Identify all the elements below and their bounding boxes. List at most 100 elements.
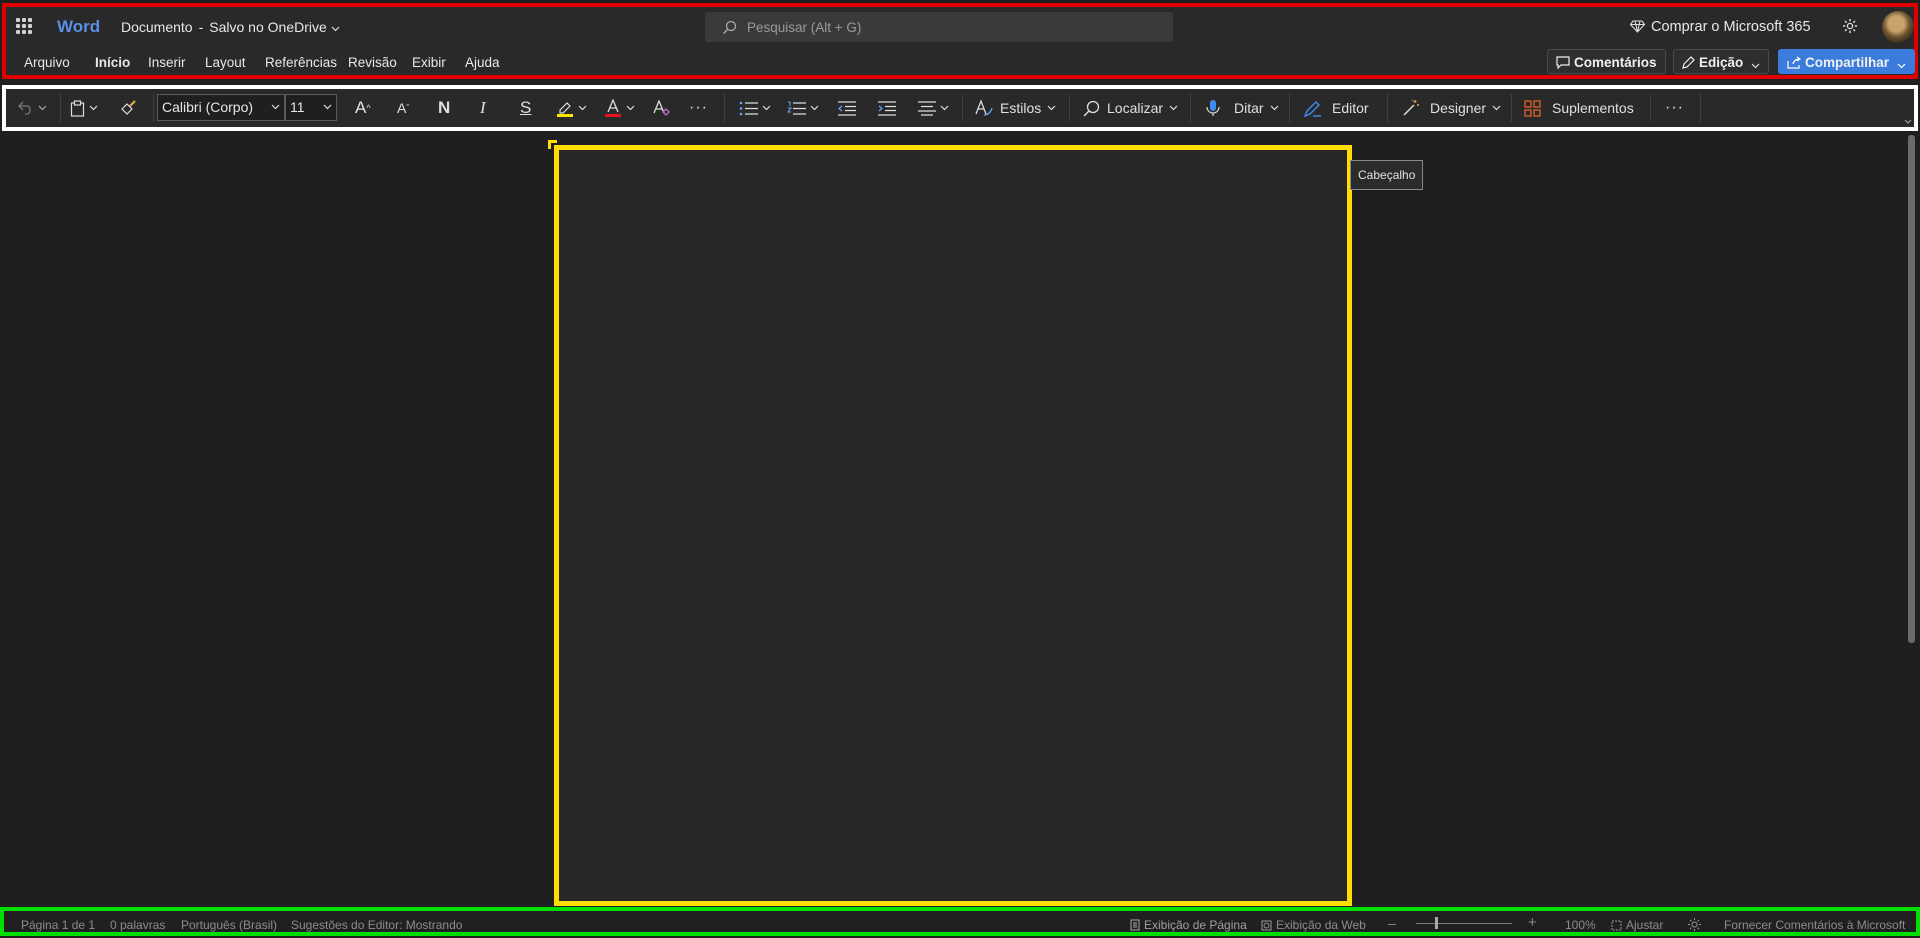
header-tooltip: Cabeçalho <box>1350 160 1424 190</box>
decrease-indent-icon <box>838 100 856 116</box>
ribbon-collapse-icon[interactable] <box>1904 119 1912 125</box>
tab-ajuda[interactable]: Ajuda <box>465 55 500 70</box>
zoom-slider-thumb[interactable] <box>1435 917 1439 929</box>
decrease-indent-button[interactable] <box>837 93 856 123</box>
shrink-font-button[interactable]: Aˇ <box>397 93 409 123</box>
styles-button[interactable]: Estilos <box>974 93 1056 123</box>
format-painter-button[interactable] <box>120 93 137 123</box>
increase-indent-button[interactable] <box>877 93 896 123</box>
document-canvas[interactable]: Cabeçalho <box>0 135 1920 907</box>
designer-button[interactable]: Designer <box>1402 93 1501 123</box>
share-icon <box>1787 56 1802 69</box>
chevron-down-icon <box>810 105 819 111</box>
bullets-button[interactable] <box>739 93 771 123</box>
more-font-options-button[interactable]: ··· <box>689 93 708 123</box>
chevron-down-icon <box>1169 105 1178 111</box>
italic-button[interactable]: I <box>480 93 486 123</box>
editor-button[interactable]: Editor <box>1304 93 1369 123</box>
editing-label: Edição <box>1699 55 1744 70</box>
share-button[interactable]: Compartilhar <box>1778 49 1915 74</box>
font-color-button[interactable] <box>604 93 635 123</box>
search-box[interactable]: Pesquisar (Alt + G) <box>705 12 1173 42</box>
tab-layout[interactable]: Layout <box>205 55 246 70</box>
tab-exibir[interactable]: Exibir <box>412 55 446 70</box>
app-name[interactable]: Word <box>57 17 100 37</box>
web-view-icon <box>1261 920 1272 931</box>
addins-button[interactable]: Suplementos <box>1524 93 1634 123</box>
grow-font-button[interactable]: A ^ <box>355 93 371 123</box>
save-status: Salvo no OneDrive <box>209 19 327 35</box>
find-button[interactable]: Localizar <box>1083 93 1178 123</box>
addins-label: Suplementos <box>1552 100 1634 116</box>
font-size-select[interactable]: 11 <box>285 94 337 121</box>
undo-icon <box>18 101 31 115</box>
paintbrush-icon <box>121 100 136 115</box>
divider <box>1069 94 1070 122</box>
search-placeholder: Pesquisar (Alt + G) <box>747 20 862 35</box>
word-count[interactable]: 0 palavras <box>110 918 165 932</box>
page-view-icon <box>1130 919 1140 931</box>
zoom-out-button[interactable]: – <box>1388 915 1396 931</box>
search-icon <box>723 20 737 34</box>
chevron-down-icon <box>1047 105 1056 111</box>
font-color-icon <box>605 99 621 117</box>
zoom-percentage[interactable]: 100% <box>1565 918 1596 932</box>
language-status[interactable]: Português (Brasil) <box>181 918 277 932</box>
comments-button[interactable]: Comentários <box>1547 49 1666 74</box>
fit-label: Ajustar <box>1626 918 1664 932</box>
page-view-button[interactable]: Exibição de Página <box>1130 918 1247 932</box>
tab-referencias[interactable]: Referências <box>265 55 337 70</box>
underline-button[interactable]: S <box>520 93 531 123</box>
highlight-button[interactable] <box>556 93 587 123</box>
buy-microsoft-365-button[interactable]: Comprar o Microsoft 365 <box>1629 19 1811 35</box>
divider <box>1387 94 1388 122</box>
dictate-button[interactable]: Ditar <box>1206 93 1279 123</box>
chevron-down-icon <box>626 105 635 111</box>
page-view-label: Exibição de Página <box>1144 918 1247 932</box>
chevron-down-icon <box>1751 63 1760 69</box>
title-row: Word Documento - Salvo no OneDrive Pesquis… <box>6 7 1914 45</box>
bold-button[interactable]: N <box>438 93 450 123</box>
chevron-down-icon <box>323 104 332 110</box>
document-title[interactable]: Documento - Salvo no OneDrive <box>121 19 340 35</box>
divider <box>1511 94 1512 122</box>
title-separator: - <box>198 19 204 35</box>
font-size-value: 11 <box>290 99 305 115</box>
tab-revisao[interactable]: Revisão <box>348 55 397 70</box>
chevron-down-icon <box>271 104 280 110</box>
zoom-slider-track[interactable] <box>1416 923 1512 924</box>
document-page[interactable] <box>554 145 1352 906</box>
styles-label: Estilos <box>1000 100 1042 116</box>
undo-button[interactable] <box>18 93 47 123</box>
tab-inserir[interactable]: Inserir <box>148 55 186 70</box>
web-view-button[interactable]: Exibição da Web <box>1261 918 1366 932</box>
clear-formatting-button[interactable] <box>652 93 670 123</box>
tab-arquivo[interactable]: Arquivo <box>24 55 70 70</box>
feedback-button[interactable]: Fornecer Comentários à Microsoft <box>1724 918 1905 932</box>
ribbon-overflow-button[interactable]: ··· <box>1665 93 1684 123</box>
search-icon <box>1083 100 1100 117</box>
increase-indent-icon <box>878 100 896 116</box>
alignment-button[interactable] <box>917 93 949 123</box>
editing-mode-button[interactable]: Edição <box>1673 49 1770 74</box>
user-avatar[interactable] <box>1882 11 1914 43</box>
zoom-in-button[interactable]: + <box>1528 914 1537 931</box>
editor-pen-icon <box>1304 100 1321 117</box>
paste-button[interactable] <box>70 93 98 123</box>
editor-label: Editor <box>1332 100 1369 116</box>
word-online-app: Word Documento - Salvo no OneDrive Pesquis… <box>0 0 1920 938</box>
fit-button[interactable]: Ajustar <box>1611 918 1663 932</box>
vertical-scrollbar[interactable] <box>1908 135 1915 643</box>
share-label: Compartilhar <box>1805 55 1890 70</box>
shrink-font-icon: A <box>397 100 407 116</box>
theme-toggle-icon[interactable] <box>1688 918 1705 932</box>
divider <box>1700 94 1701 122</box>
editor-suggestions-status[interactable]: Sugestões do Editor: Mostrando <box>291 918 462 932</box>
ribbon-toolbar: Calibri (Corpo) 11 A ^ Aˇ N I S ··· Esti… <box>2 85 1918 131</box>
divider <box>60 94 61 122</box>
numbering-button[interactable] <box>787 93 819 123</box>
font-name-select[interactable]: Calibri (Corpo) <box>157 94 285 121</box>
tab-inicio[interactable]: Início <box>95 55 130 70</box>
app-launcher-icon[interactable] <box>16 18 32 34</box>
settings-gear-icon[interactable] <box>1842 18 1858 39</box>
